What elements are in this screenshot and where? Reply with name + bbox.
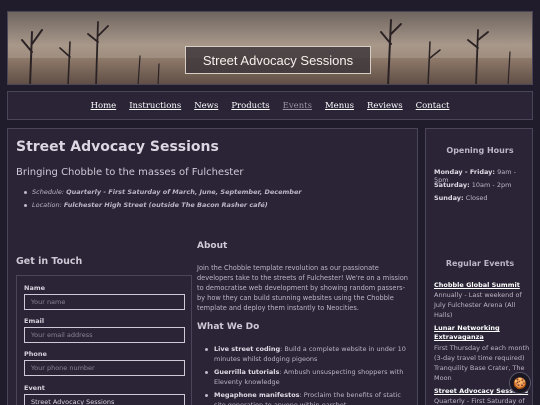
list-item: Guerrilla tutorials: Ambush unsuspecting… [204,367,412,387]
phone-field[interactable]: Your phone number [24,360,185,376]
event-link-global-summit[interactable]: Chobble Global Summit [434,281,520,290]
event-desc-street-advocacy: Quarterly - First Saturday of [434,397,525,405]
about-heading: About [197,241,228,251]
page-title: Street Advocacy Sessions [16,139,219,155]
name-field[interactable]: Your name [24,294,185,310]
what-we-do-list: Live street coding: Build a complete web… [204,344,412,405]
cookie-settings-button[interactable]: 🍪 [509,372,531,394]
event-schedule: Schedule: Quarterly - First Saturday of … [24,186,302,199]
nav-link-news[interactable]: News [194,101,218,111]
about-text: Join the Chobble template revolution as … [197,264,408,312]
event-location: Location: Fulchester High Street (outsid… [24,199,302,212]
event-location-value: Fulchester High Street (outside The Baco… [63,201,268,209]
event-link-lunar-networking[interactable]: Lunar Networking Extravaganza [434,324,514,342]
events-heading: Regular Events [445,259,515,268]
hero-title-box: Street Advocacy Sessions [185,46,371,74]
nav-link-menus[interactable]: Menus [325,101,354,111]
hero-banner: Street Advocacy Sessions [7,11,533,85]
cookie-icon: 🍪 [513,376,527,390]
hours-heading: Opening Hours [446,146,514,155]
event-label: Event [24,384,45,392]
list-item: Live street coding: Build a complete web… [204,344,412,364]
event-desc-global-summit: Annually - Last weekend of July Fulchest… [434,291,522,319]
list-item: Megaphone manifestos: Proclaim the benef… [204,390,412,405]
email-field[interactable]: Your email address [24,327,185,343]
phone-label: Phone [24,350,47,358]
nav-link-events[interactable]: Events [283,101,312,111]
contact-heading: Get in Touch [16,256,83,267]
main-content: Street Advocacy Sessions Bringing Chobbl… [7,128,418,405]
nav-link-instructions[interactable]: Instructions [129,101,181,111]
event-select[interactable]: Street Advocacy Sessions [24,394,185,405]
hours-sunday: Sunday: Closed [434,194,488,202]
contact-form: Name Your name Email Your email address … [16,275,192,405]
event-tagline: Bringing Chobble to the masses of Fulche… [16,167,244,178]
nav-link-products[interactable]: Products [231,101,269,111]
what-we-do-heading: What We Do [197,322,260,332]
event-meta-list: Schedule: Quarterly - First Saturday of … [24,186,302,212]
event-schedule-value: Quarterly - First Saturday of March, Jun… [66,188,302,196]
hero-title: Street Advocacy Sessions [202,52,354,68]
nav-link-home[interactable]: Home [91,101,117,111]
nav-link-reviews[interactable]: Reviews [367,101,403,111]
sidebar: Opening Hours Monday - Friday: 9am - 5pm… [425,128,533,405]
email-label: Email [24,317,45,325]
main-nav: Home Instructions News Products Events M… [7,91,533,120]
nav-link-contact[interactable]: Contact [416,101,450,111]
name-label: Name [24,284,46,292]
hours-saturday: Saturday: 10am - 2pm [434,181,512,189]
